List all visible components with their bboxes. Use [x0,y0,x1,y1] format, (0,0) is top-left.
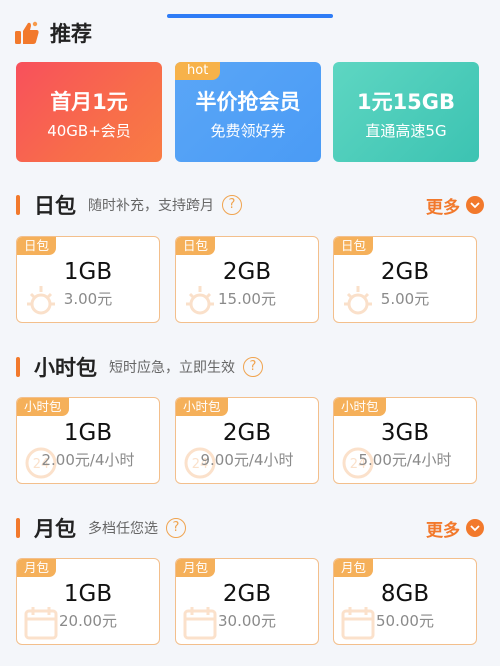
promo-subtitle: 直通高速5G [365,122,447,140]
section-accent-bar [16,518,20,538]
section-description: 短时应急，立即生效 [109,360,235,376]
package-amount: 1GB [63,420,113,446]
package-card[interactable]: 月包 2GB 30.00元 [175,558,319,645]
section-header-monthly: 月包 多档任您选 ? 更多 [16,513,484,543]
promo-card-first-month[interactable]: 首月1元 40GB+会员 [16,62,162,162]
package-amount: 2GB [222,581,272,607]
package-price: 9.00元/4小时 [200,451,294,469]
more-label: 更多 [426,520,460,541]
package-type-tag: 小时包 [176,398,228,416]
package-price: 50.00元 [376,612,434,630]
help-icon[interactable]: ? [166,518,186,538]
package-card[interactable]: 日包 2GB 5.00元 [333,236,477,323]
package-type-tag: 日包 [334,237,374,255]
chevron-down-icon [466,519,484,537]
package-type-tag: 月包 [176,559,216,577]
package-card[interactable]: 日包 2GB 15.00元 [175,236,319,323]
package-amount: 8GB [380,581,430,607]
package-card[interactable]: 24 小时包 2GB 9.00元/4小时 [175,397,319,484]
package-amount: 2GB [222,259,272,285]
package-type-tag: 日包 [176,237,216,255]
active-tab-indicator [167,14,333,18]
package-amount: 2GB [222,420,272,446]
section-description: 随时补充，支持跨月 [88,198,214,214]
promo-title: 首月1元 [50,90,128,114]
hot-badge: hot [175,62,221,80]
thumbs-up-icon [15,21,39,44]
package-type-tag: 小时包 [334,398,386,416]
section-description: 多档任您选 [88,521,158,537]
section-accent-bar [16,357,20,377]
recommend-header: 推荐 [14,18,92,48]
more-button[interactable]: 更多 [426,516,484,541]
package-price: 2.00元/4小时 [41,451,135,469]
package-card[interactable]: 24 小时包 1GB 2.00元/4小时 [16,397,160,484]
package-price: 15.00元 [218,290,276,308]
help-icon[interactable]: ? [222,195,242,215]
more-button[interactable]: 更多 [426,193,484,218]
section-title: 月包 [34,517,76,541]
package-card[interactable]: 日包 1GB 3.00元 [16,236,160,323]
section-title: 小时包 [34,356,97,380]
promo-card-half-price-vip[interactable]: hot 半价抢会员 免费领好券 [175,62,321,162]
promo-title: 半价抢会员 [195,90,301,114]
package-card[interactable]: 月包 8GB 50.00元 [333,558,477,645]
package-price: 5.00元/4小时 [358,451,452,469]
recommend-title: 推荐 [50,22,92,46]
package-amount: 1GB [63,259,113,285]
package-card[interactable]: 月包 1GB 20.00元 [16,558,160,645]
package-price: 5.00元 [380,290,430,308]
package-amount: 3GB [380,420,430,446]
promo-subtitle: 40GB+会员 [47,122,131,140]
package-type-tag: 月包 [334,559,374,577]
help-icon[interactable]: ? [243,357,263,377]
section-title: 日包 [34,194,76,218]
package-amount: 1GB [63,581,113,607]
section-header-daily: 日包 随时补充，支持跨月 ? 更多 [16,190,484,220]
section-header-hourly: 小时包 短时应急，立即生效 ? [16,352,484,382]
package-type-tag: 月包 [17,559,57,577]
package-price: 20.00元 [59,612,117,630]
package-type-tag: 日包 [17,237,57,255]
more-label: 更多 [426,197,460,218]
package-price: 30.00元 [218,612,276,630]
promo-subtitle: 免费领好券 [210,122,286,140]
package-card[interactable]: 24 小时包 3GB 5.00元/4小时 [333,397,477,484]
package-type-tag: 小时包 [17,398,69,416]
package-amount: 2GB [380,259,430,285]
package-price: 3.00元 [63,290,113,308]
promo-card-15gb[interactable]: 1元15GB 直通高速5G [333,62,479,162]
chevron-down-icon [466,196,484,214]
section-accent-bar [16,195,20,215]
promo-title: 1元15GB [356,90,456,114]
